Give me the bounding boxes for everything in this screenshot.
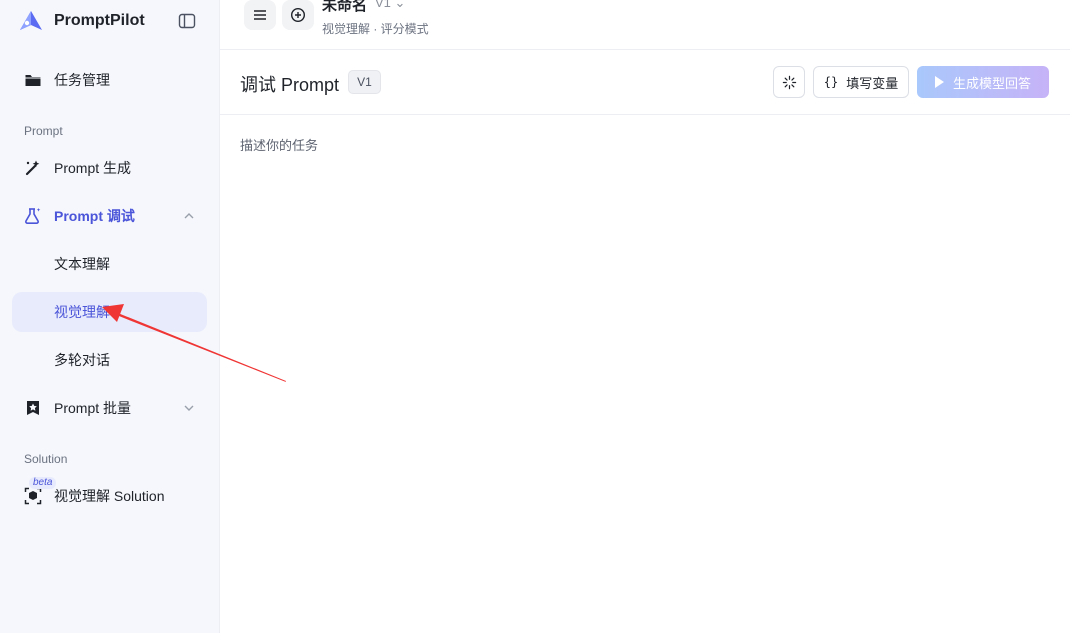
scan-box-icon: [24, 487, 42, 505]
chevron-down-icon: [184, 405, 194, 411]
sidebar-item-label: Prompt 批量: [54, 400, 132, 416]
section-label-solution: Solution: [24, 452, 68, 466]
sidebar-item-label: 文本理解: [54, 256, 110, 272]
version-badge: V1: [348, 70, 381, 94]
fill-variables-label: 填写变量: [846, 75, 899, 91]
sidebar-subitem-text-understanding[interactable]: 文本理解: [12, 244, 207, 284]
sidebar-item-label: 视觉理解: [54, 304, 110, 320]
sidebar-subitem-multi-turn[interactable]: 多轮对话: [12, 340, 207, 380]
hamburger-icon: [254, 10, 266, 20]
sidebar-collapse-icon[interactable]: [178, 13, 196, 29]
sidebar-item-label: 任务管理: [54, 72, 110, 88]
brand[interactable]: PromptPilot: [18, 9, 145, 33]
sidebar-item-label: Prompt 生成: [54, 160, 132, 176]
star-badge-icon: [24, 399, 42, 417]
section-label-prompt: Prompt: [24, 124, 63, 138]
sidebar-item-prompt-generate[interactable]: Prompt 生成: [12, 148, 207, 188]
sidebar-item-label: 多轮对话: [54, 352, 110, 368]
document-title[interactable]: 未命名: [322, 0, 367, 15]
fill-variables-button[interactable]: {} 填写变量: [813, 66, 909, 98]
top-bar: 未命名 V1 ⌄ 视觉理解 · 评分模式: [220, 0, 1070, 50]
promptpilot-logo-icon: [20, 11, 42, 30]
beta-badge: beta: [29, 477, 57, 489]
task-description-input[interactable]: [220, 115, 1070, 633]
sidebar-item-prompt-batch[interactable]: Prompt 批量: [12, 388, 207, 428]
add-button[interactable]: [282, 0, 314, 30]
folder-icon: [24, 71, 42, 89]
version-dropdown[interactable]: V1 ⌄: [375, 0, 405, 11]
sidebar: PromptPilot 任务管理 Prompt Prompt 生成 Prompt…: [0, 0, 220, 633]
play-icon: [934, 76, 944, 88]
sidebar-item-task-management[interactable]: 任务管理: [12, 60, 207, 100]
debug-header: 调试 Prompt V1 {} 填写变量 生成模型回答: [220, 50, 1070, 115]
braces-icon: {}: [823, 75, 839, 89]
menu-button[interactable]: [244, 0, 276, 30]
sidebar-item-prompt-debug[interactable]: Prompt 调试: [12, 196, 207, 236]
chevron-up-icon: [184, 213, 194, 219]
generate-response-label: 生成模型回答: [952, 75, 1031, 91]
document-subtitle: 视觉理解 · 评分模式: [322, 22, 429, 36]
optimize-button[interactable]: [773, 66, 805, 98]
sparkle-icon: [782, 75, 796, 89]
brand-name: PromptPilot: [54, 12, 145, 29]
page-title: 调试 Prompt: [240, 75, 340, 95]
generate-response-button[interactable]: 生成模型回答: [917, 66, 1049, 98]
sidebar-subitem-vision-understanding[interactable]: 视觉理解: [12, 292, 207, 332]
flask-icon: [24, 207, 42, 225]
magic-wand-icon: [24, 159, 42, 177]
sidebar-item-label: 视觉理解 Solution: [54, 488, 165, 504]
plus-circle-icon: [290, 7, 306, 23]
sidebar-item-label: Prompt 调试: [54, 208, 135, 224]
